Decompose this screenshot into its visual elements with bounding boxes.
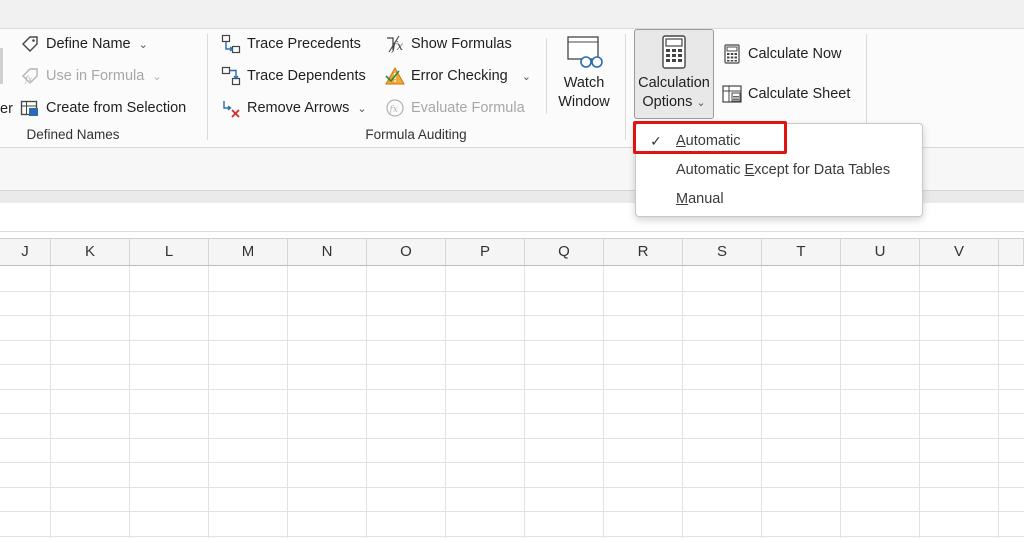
error-checking-button[interactable]: Error Checking ⌄ (385, 65, 531, 87)
show-formulas-icon: fx (385, 34, 405, 54)
column-header-v[interactable]: V (920, 238, 999, 266)
highlight-box (633, 121, 787, 154)
menu-item-manual[interactable]: Manual (636, 185, 922, 213)
svg-text:fx: fx (24, 75, 33, 84)
calculation-options-label-2: Options ⌄ (642, 94, 706, 110)
define-name-button[interactable]: Define Name ⌄ (20, 33, 148, 55)
grid-lines (0, 266, 1024, 538)
use-in-formula-button[interactable]: fx Use in Formula ⌄ (20, 65, 162, 87)
group-divider (207, 34, 208, 140)
partial-button-label[interactable]: er (0, 98, 13, 120)
column-header-q[interactable]: Q (525, 238, 604, 266)
chevron-down-icon: ⌄ (521, 70, 531, 83)
calculate-sheet-icon (722, 84, 742, 104)
column-header-o[interactable]: O (367, 238, 446, 266)
chevron-down-icon: ⌄ (152, 70, 162, 83)
group-divider (866, 34, 867, 124)
define-name-label: Define Name (46, 36, 131, 52)
group-divider (625, 34, 626, 140)
show-formulas-button[interactable]: fx Show Formulas (385, 33, 512, 55)
column-header-u[interactable]: U (841, 238, 920, 266)
column-header-filler (999, 238, 1024, 266)
defined-names-group-label: Defined Names (26, 127, 120, 142)
show-formulas-label: Show Formulas (411, 36, 512, 52)
column-header-k[interactable]: K (51, 238, 130, 266)
calculate-now-button[interactable]: Calculate Now (722, 43, 842, 65)
watch-window-label-2: Window (558, 94, 610, 110)
column-header-s[interactable]: S (683, 238, 762, 266)
partial-icon (0, 48, 3, 84)
chevron-down-icon: ⌄ (357, 102, 367, 115)
svg-text:fx: fx (389, 105, 398, 115)
calculate-now-label: Calculate Now (748, 46, 842, 62)
remove-arrows-label: Remove Arrows (247, 100, 350, 116)
menu-item-label: Manual (676, 191, 724, 207)
calculation-options-label-1: Calculation (638, 75, 710, 91)
trace-dependents-button[interactable]: Trace Dependents (221, 65, 366, 87)
warning-icon (385, 66, 405, 86)
error-checking-label: Error Checking (411, 68, 508, 84)
calculate-sheet-label: Calculate Sheet (748, 86, 851, 102)
create-from-selection-button[interactable]: Create from Selection (20, 97, 186, 119)
remove-arrows-icon (221, 98, 241, 118)
create-from-selection-icon (20, 98, 40, 118)
calculator-icon (722, 44, 742, 64)
column-header-t[interactable]: T (762, 238, 841, 266)
group-divider (546, 38, 547, 114)
column-header-n[interactable]: N (288, 238, 367, 266)
trace-precedents-button[interactable]: Trace Precedents (221, 33, 361, 55)
tag-icon (20, 34, 40, 54)
chevron-down-icon: ⌄ (138, 38, 148, 51)
column-header-j[interactable]: J (0, 238, 51, 266)
use-in-formula-label: Use in Formula (46, 68, 145, 84)
trace-dependents-icon (221, 66, 241, 86)
watch-window-label-1: Watch (563, 75, 605, 91)
chevron-down-icon: ⌄ (696, 97, 706, 109)
column-header-r[interactable]: R (604, 238, 683, 266)
column-header-p[interactable]: P (446, 238, 525, 266)
menu-item-automatic-except-data-tables[interactable]: Automatic Except for Data Tables (636, 156, 922, 184)
header-top-border (0, 238, 1024, 239)
evaluate-formula-label: Evaluate Formula (411, 100, 525, 116)
evaluate-formula-icon: fx (385, 98, 405, 118)
trace-precedents-icon (221, 34, 241, 54)
watch-window-icon (564, 34, 604, 74)
calculate-sheet-button[interactable]: Calculate Sheet (722, 83, 850, 105)
trace-precedents-label: Trace Precedents (247, 36, 361, 52)
column-header-l[interactable]: L (130, 238, 209, 266)
create-from-selection-label: Create from Selection (46, 100, 187, 116)
formula-auditing-group-label: Formula Auditing (365, 127, 467, 142)
function-tag-icon: fx (20, 66, 40, 86)
calculator-icon (661, 34, 687, 74)
evaluate-formula-button[interactable]: fx Evaluate Formula (385, 97, 525, 119)
menu-item-label: Automatic Except for Data Tables (676, 162, 891, 178)
trace-dependents-label: Trace Dependents (247, 68, 366, 84)
title-strip (0, 0, 1024, 29)
cell-grid[interactable] (0, 266, 1024, 538)
watch-window-button[interactable]: Watch Window (553, 34, 615, 112)
calculation-options-button[interactable]: Calculation Options ⌄ (634, 29, 714, 119)
column-header-m[interactable]: M (209, 238, 288, 266)
remove-arrows-button[interactable]: Remove Arrows ⌄ (221, 97, 367, 119)
